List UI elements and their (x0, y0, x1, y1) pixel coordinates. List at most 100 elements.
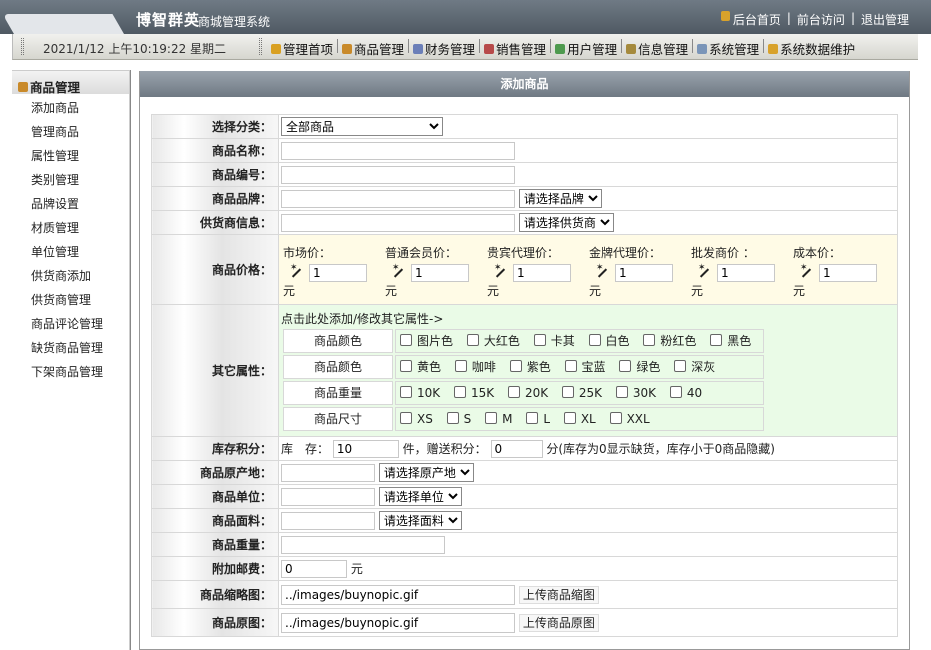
brand-input[interactable] (281, 189, 515, 208)
postage-input[interactable] (281, 559, 347, 578)
checkbox[interactable] (466, 334, 479, 346)
goods-code-input[interactable] (281, 165, 515, 184)
fabric-select[interactable]: 请选择面料 (378, 511, 462, 530)
attr-option[interactable]: 40 (669, 385, 702, 400)
price-gold-input[interactable] (615, 263, 673, 282)
sidebar-item-manage-supplier[interactable]: 供货商管理 (12, 288, 129, 312)
checkbox[interactable] (446, 411, 459, 424)
nav-item-system[interactable]: 系统管理 (697, 39, 759, 58)
origin-select[interactable]: 请选择原产地 (378, 463, 474, 482)
checkbox[interactable] (588, 334, 601, 346)
attr-option[interactable]: 10K (400, 385, 440, 400)
thumb-path-input[interactable] (281, 584, 515, 605)
category-select[interactable]: 全部商品 (281, 117, 443, 136)
price-cost-input[interactable] (819, 263, 877, 282)
checkbox[interactable] (561, 385, 574, 398)
attr-option[interactable]: 白色 (588, 334, 630, 348)
checkbox[interactable] (710, 334, 723, 346)
attr-option[interactable]: XXL (609, 411, 650, 426)
checkbox[interactable] (453, 385, 466, 398)
magic-wand-icon[interactable] (595, 263, 609, 280)
sidebar-item-brands[interactable]: 品牌设置 (12, 192, 129, 216)
checkbox[interactable] (643, 334, 656, 346)
sidebar-item-add-supplier[interactable]: 供货商添加 (12, 264, 129, 288)
magic-wand-icon[interactable] (697, 263, 711, 280)
points-input[interactable] (490, 439, 543, 458)
sidebar-item-attributes[interactable]: 属性管理 (12, 144, 129, 168)
checkbox[interactable] (400, 360, 412, 372)
attr-option[interactable]: 紫色 (509, 360, 551, 374)
nav-item-finance[interactable]: 财务管理 (413, 39, 475, 58)
attr-option[interactable]: 粉红色 (643, 334, 696, 348)
checkbox[interactable] (669, 385, 682, 398)
nav-item-maintenance[interactable]: 系统数据维护 (768, 39, 855, 58)
upload-thumb-button[interactable]: 上传商品缩图 (518, 585, 599, 604)
attr-option[interactable]: 20K (507, 385, 548, 400)
price-vip-input[interactable] (513, 263, 571, 282)
checkbox[interactable] (564, 360, 577, 372)
attr-option[interactable]: 黑色 (710, 334, 751, 348)
checkbox[interactable] (507, 385, 520, 398)
attr-option[interactable]: 15K (453, 385, 494, 400)
weight-input[interactable] (281, 535, 445, 554)
magic-wand-icon[interactable] (493, 263, 507, 280)
checkbox[interactable] (533, 334, 546, 346)
attr-option[interactable]: XL (563, 411, 596, 426)
goods-name-input[interactable] (281, 141, 515, 160)
price-market-input[interactable] (309, 263, 367, 282)
supplier-input[interactable] (281, 213, 515, 232)
price-wholesale-input[interactable] (717, 263, 775, 282)
sidebar-item-materials[interactable]: 材质管理 (12, 216, 129, 240)
sidebar-item-manage-goods[interactable]: 管理商品 (12, 120, 129, 144)
attr-option[interactable]: 绿色 (619, 360, 660, 374)
magic-wand-icon[interactable] (799, 263, 813, 280)
sidebar-item-units[interactable]: 单位管理 (12, 240, 129, 264)
brand-select[interactable]: 请选择品牌 (518, 189, 602, 208)
sidebar-item-categories[interactable]: 类别管理 (12, 168, 129, 192)
fabric-input[interactable] (281, 511, 375, 530)
link-logout[interactable]: 退出管理 (861, 11, 909, 28)
attr-option[interactable]: L (526, 411, 550, 426)
sidebar-item-out-of-stock[interactable]: 缺货商品管理 (12, 336, 129, 360)
checkbox[interactable] (526, 411, 539, 424)
attr-option[interactable]: 宝蓝 (564, 360, 606, 374)
attr-option[interactable]: XS (400, 411, 433, 426)
magic-wand-icon[interactable] (289, 263, 303, 280)
attr-option[interactable]: S (446, 411, 471, 426)
nav-item-info[interactable]: 信息管理 (626, 39, 688, 58)
supplier-select[interactable]: 请选择供货商 (518, 213, 614, 232)
attr-option[interactable]: 咖啡 (454, 360, 496, 374)
stock-input[interactable] (332, 439, 399, 458)
checkbox[interactable] (400, 411, 412, 424)
checkbox[interactable] (619, 360, 632, 372)
sidebar-item-reviews[interactable]: 商品评论管理 (12, 312, 129, 336)
upload-image-button[interactable]: 上传商品原图 (518, 613, 599, 632)
attr-option[interactable]: 30K (615, 385, 656, 400)
attr-option[interactable]: 25K (561, 385, 602, 400)
nav-item-home[interactable]: 管理首项 (271, 39, 333, 58)
checkbox[interactable] (400, 334, 412, 346)
checkbox[interactable] (400, 385, 412, 398)
checkbox[interactable] (563, 411, 576, 424)
sidebar-item-add-goods[interactable]: 添加商品 (12, 96, 129, 120)
attr-option[interactable]: 大红色 (466, 334, 520, 348)
attr-option[interactable]: 图片色 (400, 334, 453, 348)
origin-input[interactable] (281, 463, 375, 482)
nav-item-sales[interactable]: 销售管理 (484, 39, 546, 58)
link-admin-home[interactable]: 后台首页 (733, 11, 781, 28)
link-frontend[interactable]: 前台访问 (797, 11, 845, 28)
checkbox[interactable] (509, 360, 522, 372)
nav-item-goods[interactable]: 商品管理 (342, 39, 404, 58)
attr-option[interactable]: M (485, 411, 512, 426)
checkbox[interactable] (485, 411, 498, 424)
image-path-input[interactable] (281, 612, 515, 633)
attr-option[interactable]: 卡其 (533, 334, 575, 348)
unit-select[interactable]: 请选择单位 (378, 487, 462, 506)
sidebar-item-delisted[interactable]: 下架商品管理 (12, 360, 129, 384)
nav-item-users[interactable]: 用户管理 (555, 39, 617, 58)
attr-option[interactable]: 深灰 (674, 360, 715, 374)
checkbox[interactable] (609, 411, 622, 424)
unit-input[interactable] (281, 487, 375, 506)
attr-option[interactable]: 黄色 (400, 360, 441, 374)
attributes-hint[interactable]: 点击此处添加/修改其它属性-> (281, 309, 895, 327)
